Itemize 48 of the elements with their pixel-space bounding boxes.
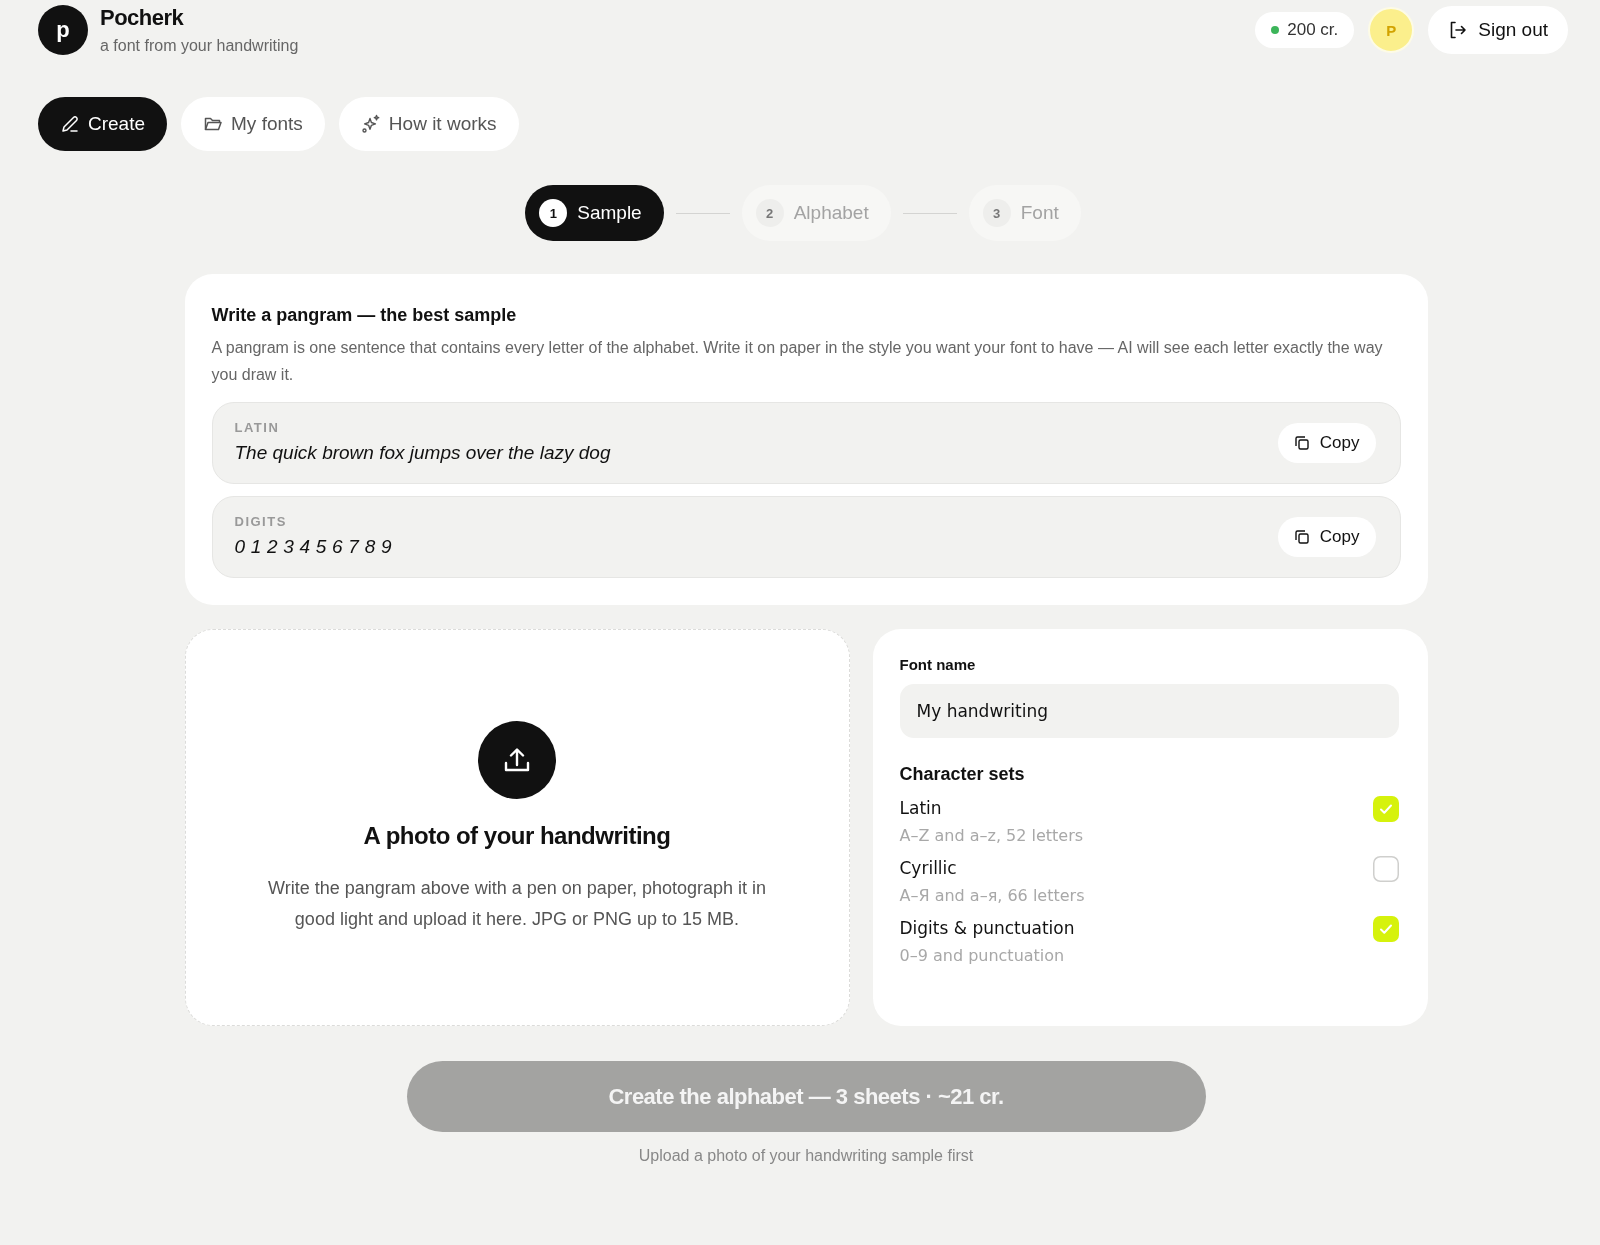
- upload-title: A photo of your handwriting: [363, 820, 671, 851]
- copy-icon: [1293, 435, 1310, 451]
- checkbox[interactable]: [1372, 856, 1399, 882]
- charset-detail: А–Я and а–я, 66 letters: [899, 885, 1085, 907]
- step-tab[interactable]: 2 Alphabet: [741, 185, 891, 241]
- charset-detail: A–Z and a–z, 52 letters: [899, 825, 1084, 847]
- logo-badge: p: [38, 5, 88, 55]
- app-tagline: a font from your handwriting: [100, 36, 299, 56]
- nav-tab[interactable]: My fonts: [181, 97, 325, 151]
- app-name: Pocherk: [100, 5, 185, 31]
- step-label: Sample: [577, 202, 642, 224]
- step-number: 1: [539, 199, 568, 227]
- sample-text: 0123456789: [234, 535, 398, 559]
- charset-detail: 0–9 and punctuation: [899, 945, 1066, 967]
- step-tab[interactable]: 1 Sample: [525, 185, 664, 241]
- field-label: Font name: [899, 655, 977, 675]
- step-number: 3: [982, 199, 1011, 227]
- charset-name: Latin: [899, 797, 943, 820]
- copy-button[interactable]: Copy: [1277, 517, 1376, 557]
- nav-tab[interactable]: Create: [38, 97, 168, 151]
- step-tab[interactable]: 3 Font: [968, 185, 1081, 241]
- upload-dropzone[interactable]: A photo of your handwriting Write the pangram above with a pen on paper, photograph it in good light and upload it here. JPG or PNG up to 15 MB.: [184, 629, 850, 1026]
- nav-tab[interactable]: How it works: [338, 97, 519, 151]
- charset-name: Cyrillic: [899, 857, 958, 880]
- checkbox[interactable]: [1372, 796, 1399, 822]
- section-title: Character sets: [899, 763, 1026, 786]
- step-number: 2: [755, 199, 784, 227]
- card-description: A pangram is one sentence that contains every letter of the alphabet. Write it on paper in the style you want your font to have — AI will see each letter exactly the way you draw it.: [211, 338, 1384, 385]
- hint-text: Upload a photo of your handwriting sample first: [638, 1146, 974, 1166]
- upload-icon: [478, 720, 556, 799]
- credits-text: 200 cr.: [1287, 20, 1339, 40]
- upload-description: Write the pangram above with a pen on paper, photograph it in good light and upload it here. JPG or PNG up to 15 MB.: [267, 876, 767, 931]
- sample-text: The quick brown fox jumps over the lazy dog: [234, 441, 611, 465]
- sparkles-icon: [360, 114, 381, 134]
- step-label: Alphabet: [793, 202, 869, 224]
- sample-label: LATIN: [234, 420, 281, 436]
- step-label: Font: [1020, 202, 1059, 224]
- sign-out-button[interactable]: Sign out: [1428, 6, 1568, 54]
- charset-name: Digits & punctuation: [899, 917, 1075, 940]
- sample-label: DIGITS: [234, 514, 288, 530]
- copy-button[interactable]: Copy: [1277, 423, 1376, 463]
- card-title: Write a pangram — the best sample: [211, 304, 518, 326]
- status-dot-icon: [1271, 26, 1280, 34]
- sign-out-icon: [1448, 20, 1469, 40]
- checkbox[interactable]: [1372, 916, 1399, 942]
- copy-icon: [1293, 529, 1310, 545]
- pencil-icon: [60, 114, 80, 134]
- font-name-input[interactable]: My handwriting: [899, 684, 1399, 738]
